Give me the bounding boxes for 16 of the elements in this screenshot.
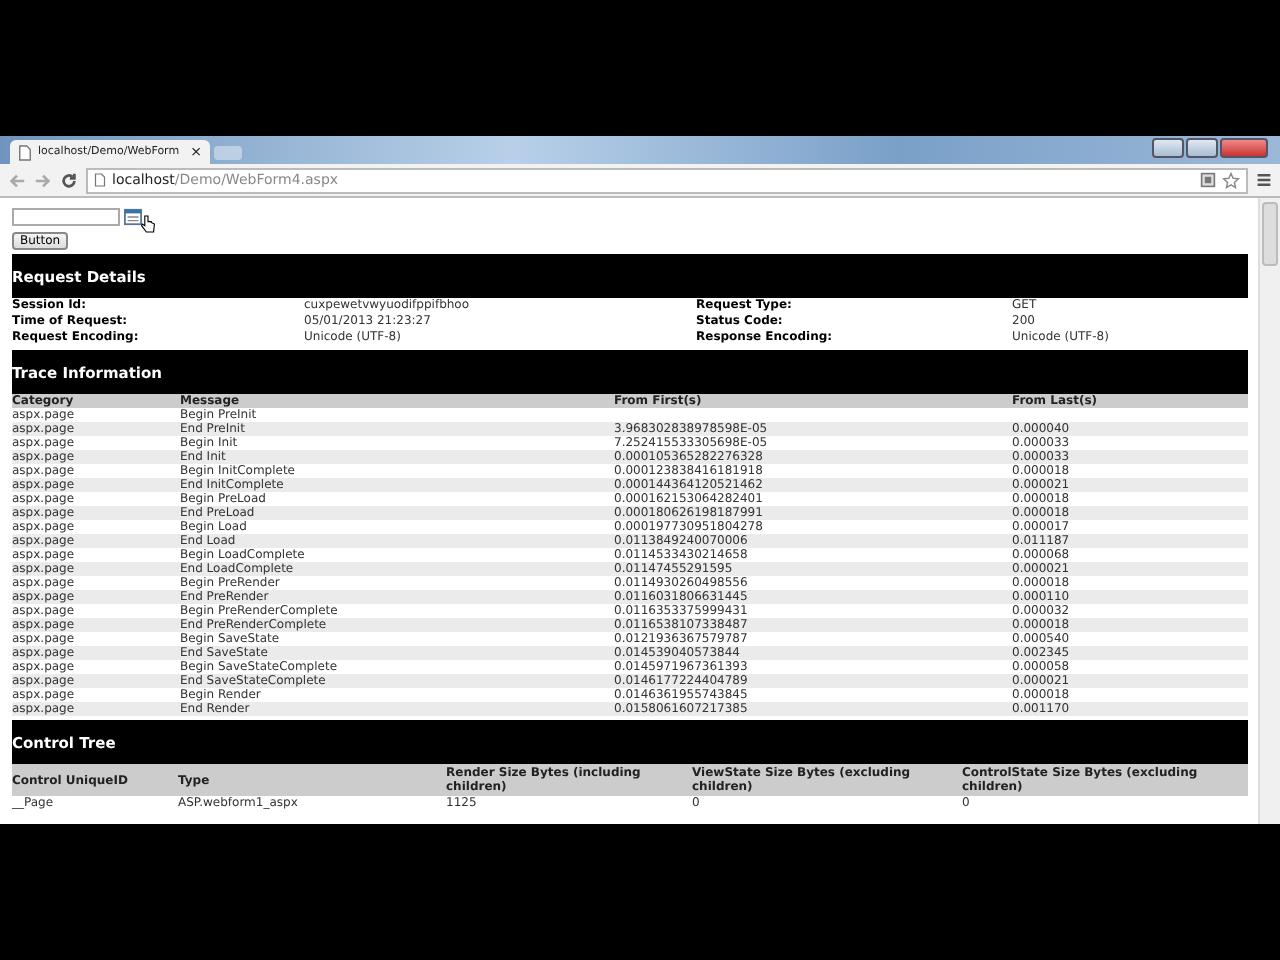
minimize-button[interactable] <box>1152 138 1184 158</box>
menu-icon[interactable] <box>1256 172 1272 188</box>
page-icon <box>18 143 32 161</box>
hand-cursor-icon <box>140 213 156 233</box>
page-icon <box>94 172 106 188</box>
page-action-icon[interactable] <box>1200 172 1216 188</box>
scrollbar[interactable] <box>1258 198 1280 824</box>
back-arrow-icon[interactable] <box>8 171 26 189</box>
calendar-icon[interactable] <box>124 208 142 226</box>
close-button[interactable] <box>1220 138 1268 158</box>
star-icon[interactable] <box>1222 171 1240 189</box>
text-input[interactable] <box>12 208 120 226</box>
reload-icon[interactable] <box>60 171 78 189</box>
maximize-button[interactable] <box>1186 138 1218 158</box>
forward-arrow-icon[interactable] <box>34 171 52 189</box>
scrollbar-thumb[interactable] <box>1262 202 1278 266</box>
